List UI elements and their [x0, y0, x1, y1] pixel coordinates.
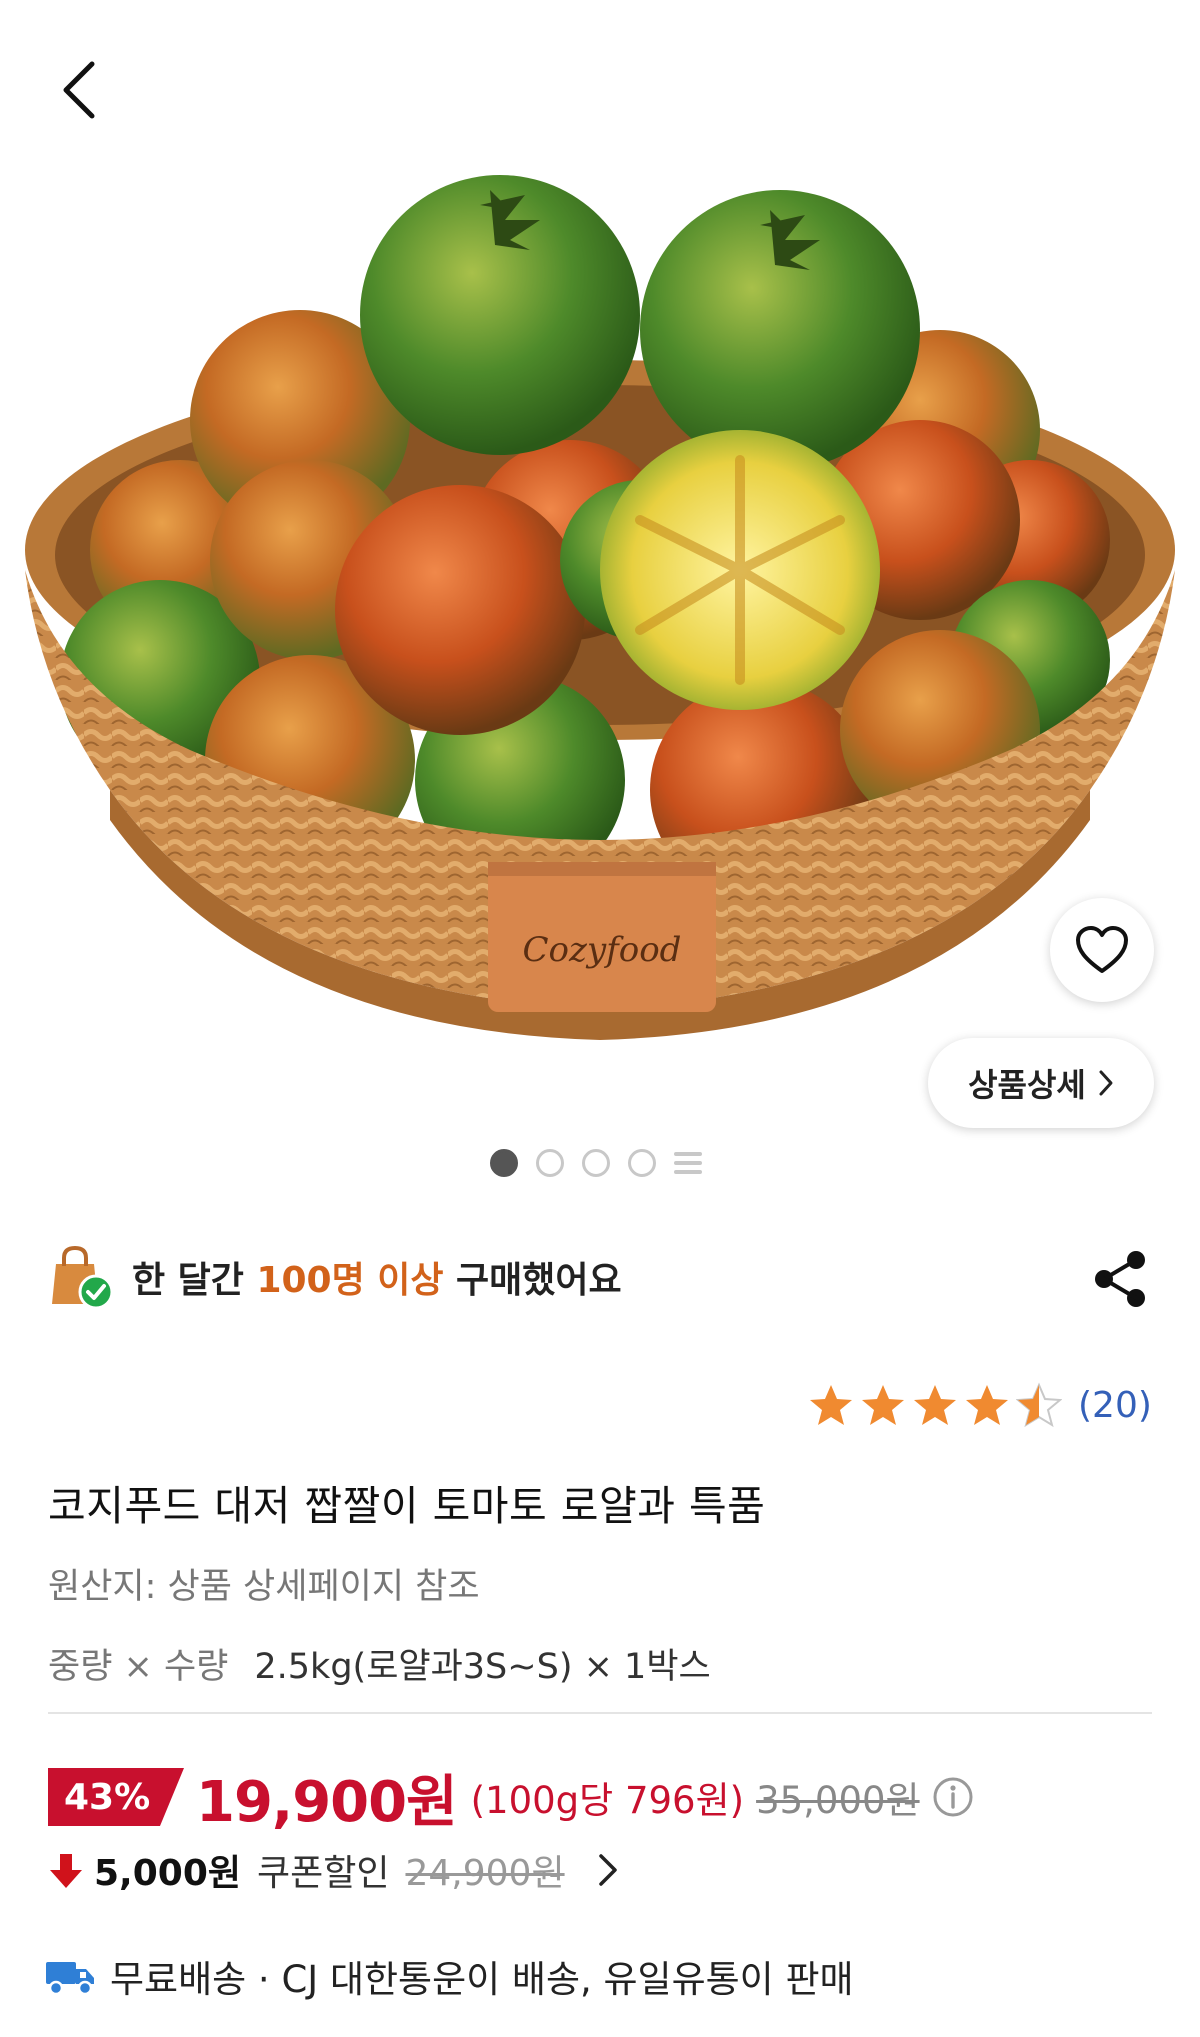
- purchase-suffix: 구매했어요: [456, 1260, 622, 1301]
- info-icon[interactable]: [932, 1776, 974, 1818]
- shopping-bag-check-icon: [52, 1245, 114, 1310]
- page-dot[interactable]: [536, 1149, 564, 1177]
- coupon-discount-row[interactable]: 5,000원 쿠폰할인 24,900원: [48, 1842, 623, 1898]
- coupon-price: 24,900원: [405, 1853, 565, 1894]
- page-dot[interactable]: [582, 1149, 610, 1177]
- product-detail-label: 상품상세: [968, 1066, 1086, 1104]
- page-dot[interactable]: [490, 1149, 518, 1177]
- review-count[interactable]: (20): [1078, 1385, 1152, 1426]
- price-row: 43% 19,900원 (100g당 796원) 35,000원: [48, 1762, 974, 1835]
- chevron-right-icon: [598, 1854, 617, 1886]
- sale-price: 19,900원: [196, 1769, 458, 1835]
- purchase-highlight: 100명 이상: [256, 1260, 444, 1301]
- list-view-icon[interactable]: [674, 1149, 702, 1177]
- chevron-right-icon: [1099, 1070, 1113, 1096]
- star-half-icon: [1016, 1382, 1062, 1428]
- product-weight: 중량 × 수량 2.5kg(로얄과3S~S) × 1박스: [48, 1638, 711, 1689]
- brand-label: Cozyfood: [522, 930, 682, 970]
- coupon-label: 쿠폰할인: [257, 1853, 390, 1894]
- share-icon[interactable]: [1090, 1248, 1150, 1310]
- product-image-carousel[interactable]: Cozyfood 상품상세: [0, 0, 1200, 1180]
- product-title: 코지푸드 대저 짭짤이 토마토 로얄과 특품: [48, 1482, 766, 1530]
- star-filled-icon: [810, 1385, 852, 1425]
- rating-summary[interactable]: (20): [808, 1380, 1152, 1430]
- coupon-amount: 5,000원: [94, 1853, 241, 1894]
- star-filled-icon: [862, 1385, 904, 1425]
- weight-value: 2.5kg(로얄과3S~S) × 1박스: [254, 1647, 711, 1687]
- product-detail-button[interactable]: 상품상세: [928, 1038, 1154, 1128]
- page-dot[interactable]: [628, 1149, 656, 1177]
- chevron-left-icon: [63, 61, 95, 119]
- heart-icon: [1076, 926, 1128, 973]
- purchase-prefix: 한 달간: [132, 1260, 244, 1301]
- back-button[interactable]: [48, 58, 112, 122]
- shipping-info: 무료배송 · CJ 대한통운이 배송, 유일유통이 판매: [44, 1948, 854, 2004]
- unit-price: (100g당 796원): [470, 1779, 745, 1822]
- star-filled-icon: [966, 1385, 1008, 1425]
- divider: [48, 1712, 1152, 1714]
- weight-label: 중량 × 수량: [48, 1647, 229, 1687]
- discount-percent: 43%: [64, 1776, 151, 1818]
- original-price: 35,000원: [756, 1779, 920, 1822]
- shipping-text: 무료배송 · CJ 대한통운이 배송, 유일유통이 판매: [110, 1958, 854, 2001]
- discount-badge: 43%: [48, 1768, 184, 1826]
- star-filled-icon: [914, 1385, 956, 1425]
- product-origin: 원산지: 상품 상세페이지 참조: [48, 1567, 480, 1607]
- carousel-page-indicator: [490, 1148, 702, 1178]
- truck-icon: [46, 1962, 94, 1996]
- arrow-down-icon: [50, 1854, 82, 1888]
- product-image: [25, 175, 1175, 1040]
- purchase-count-banner: 한 달간 100명 이상 구매했어요: [48, 1242, 622, 1312]
- wishlist-button[interactable]: [1050, 898, 1154, 1002]
